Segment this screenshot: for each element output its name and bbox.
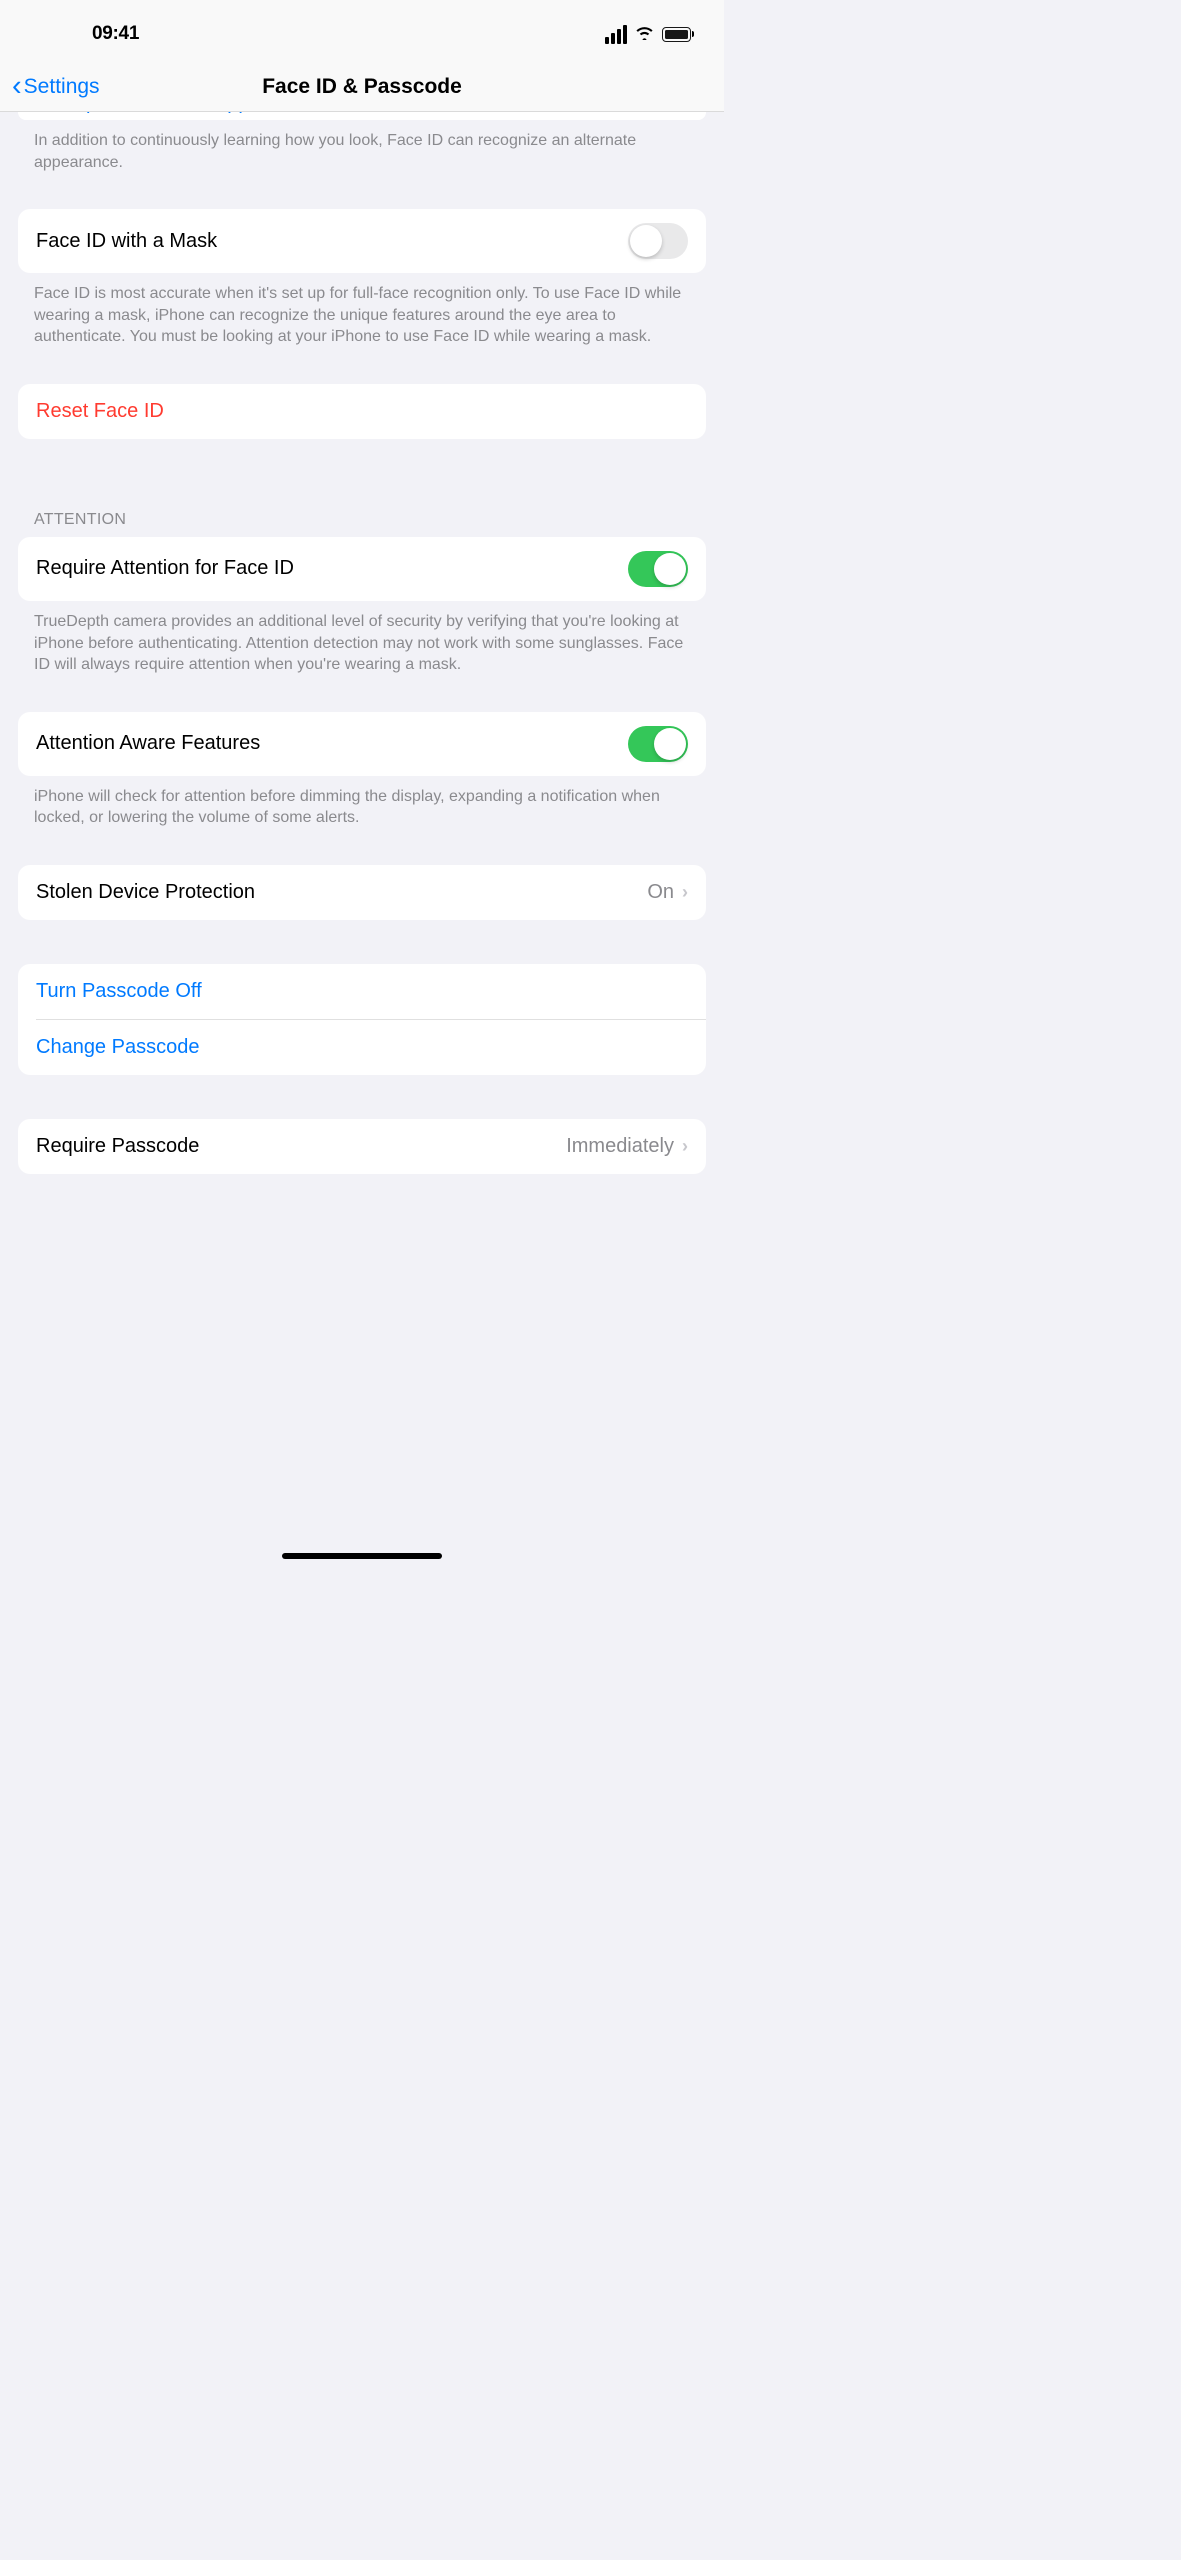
chevron-right-icon: › (682, 882, 688, 903)
turn-passcode-off-button[interactable]: Turn Passcode Off (18, 964, 706, 1019)
page-title: Face ID & Passcode (262, 75, 462, 99)
attention-aware-row: Attention Aware Features (18, 712, 706, 776)
attention-aware-footer: iPhone will check for attention before d… (0, 776, 724, 829)
face-id-mask-footer: Face ID is most accurate when it's set u… (0, 273, 724, 348)
stolen-device-protection-label: Stolen Device Protection (36, 881, 255, 904)
status-icons (605, 24, 694, 45)
back-label: Settings (24, 75, 100, 99)
require-passcode-value: Immediately (566, 1135, 674, 1158)
chevron-right-icon: › (682, 1136, 688, 1157)
alternate-appearance-label: Set Up an Alternate Appearance (36, 112, 322, 115)
stolen-device-protection-value: On (647, 881, 674, 904)
cellular-signal-icon (605, 25, 627, 44)
stolen-device-protection-row[interactable]: Stolen Device Protection On › (18, 865, 706, 920)
alternate-appearance-cell[interactable]: Set Up an Alternate Appearance (18, 112, 706, 120)
require-attention-row: Require Attention for Face ID (18, 537, 706, 601)
change-passcode-button[interactable]: Change Passcode (18, 1020, 706, 1075)
face-id-mask-row: Face ID with a Mask (18, 209, 706, 273)
back-button[interactable]: ‹ Settings (12, 72, 100, 101)
navigation-bar: ‹ Settings Face ID & Passcode (0, 60, 724, 112)
wifi-icon (634, 24, 655, 45)
chevron-left-icon: ‹ (12, 72, 22, 101)
face-id-mask-label: Face ID with a Mask (36, 230, 217, 253)
status-bar: 09:41 (0, 0, 724, 60)
reset-face-id-label: Reset Face ID (36, 400, 164, 423)
battery-icon (662, 27, 694, 42)
alternate-appearance-footer: In addition to continuously learning how… (0, 120, 724, 173)
face-id-mask-toggle[interactable] (628, 223, 688, 259)
require-attention-label: Require Attention for Face ID (36, 557, 294, 580)
change-passcode-label: Change Passcode (36, 1036, 199, 1059)
require-attention-toggle[interactable] (628, 551, 688, 587)
home-indicator[interactable] (282, 1553, 442, 1559)
require-passcode-row[interactable]: Require Passcode Immediately › (18, 1119, 706, 1174)
turn-passcode-off-label: Turn Passcode Off (36, 980, 202, 1003)
attention-aware-label: Attention Aware Features (36, 732, 260, 755)
require-passcode-label: Require Passcode (36, 1135, 199, 1158)
require-attention-footer: TrueDepth camera provides an additional … (0, 601, 724, 676)
attention-section-header: Attention (0, 511, 724, 537)
attention-aware-toggle[interactable] (628, 726, 688, 762)
status-time: 09:41 (92, 23, 139, 45)
reset-face-id-button[interactable]: Reset Face ID (18, 384, 706, 439)
